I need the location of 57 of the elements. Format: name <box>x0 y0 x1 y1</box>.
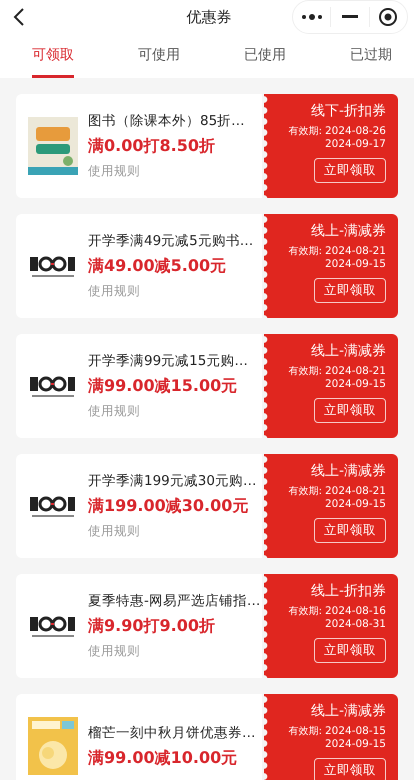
coupon-type: 线上-满减券 <box>310 462 386 480</box>
coupon-title: 开学季满199元减30元购… <box>88 472 256 490</box>
page-title: 优惠券 <box>186 8 232 26</box>
usage-rules-link[interactable]: 使用规则 <box>88 283 254 300</box>
end-date: 2024-09-15 <box>324 498 386 510</box>
coupon-amount: 满199.00减30.00元 <box>88 496 250 517</box>
coupon-type: 线上-满减券 <box>310 342 386 360</box>
end-date: 2024-09-17 <box>324 138 386 150</box>
end-date: 2024-09-15 <box>324 258 386 270</box>
usage-rules-link[interactable]: 使用规则 <box>88 523 256 540</box>
start-date: 2024-08-21 <box>324 365 386 377</box>
claim-button[interactable]: 立即领取 <box>314 278 386 303</box>
usage-rules-link[interactable]: 使用规则 <box>88 403 248 420</box>
coupon-amount: 满99.00减10.00元 <box>88 748 238 768</box>
start-date: 2024-08-21 <box>324 485 386 497</box>
validity-label: 有效期: <box>288 244 322 258</box>
coupon-amount: 满0.00打8.50折 <box>88 136 216 157</box>
validity-label: 有效期: <box>288 364 322 378</box>
coupon-type: 线上-满减券 <box>310 702 386 720</box>
coupon-title: 开学季满49元减5元购书… <box>88 232 254 250</box>
end-date: 2024-09-15 <box>324 738 386 750</box>
back-button[interactable] <box>12 7 26 27</box>
coupon-type: 线下-折扣券 <box>310 102 386 120</box>
coupon-type: 线上-折扣券 <box>310 582 386 600</box>
tab[interactable]: 可领取 <box>32 34 74 78</box>
claim-button[interactable]: 立即领取 <box>314 518 386 543</box>
start-date: 2024-08-15 <box>324 725 386 737</box>
coupon-amount: 满49.00减5.00元 <box>88 256 228 277</box>
more-icon <box>300 14 323 20</box>
minus-icon <box>342 15 358 19</box>
usage-rules-link[interactable]: 使用规则 <box>88 163 245 180</box>
coupon-title: 榴芒一刻中秋月饼优惠券… <box>88 724 256 742</box>
start-date: 2024-08-26 <box>324 125 386 137</box>
validity-label: 有效期: <box>288 604 322 618</box>
claim-button[interactable]: 立即领取 <box>314 158 386 183</box>
validity-label: 有效期: <box>288 124 322 138</box>
coupon-type: 线上-满减券 <box>310 222 386 240</box>
tab[interactable]: 已使用 <box>244 34 286 78</box>
end-date: 2024-08-31 <box>324 618 386 630</box>
validity-label: 有效期: <box>288 724 322 738</box>
start-date: 2024-08-16 <box>324 605 386 617</box>
coupon-title: 图书（除课本外）85折… <box>88 112 245 130</box>
back-icon <box>12 7 26 27</box>
coupon-amount: 满99.00减15.00元 <box>88 376 238 397</box>
coupon-title: 开学季满99元减15元购… <box>88 352 248 370</box>
coupon-title: 夏季特惠-网易严选店铺指… <box>88 592 260 610</box>
claim-button[interactable]: 立即领取 <box>314 758 386 780</box>
target-icon <box>378 7 398 27</box>
validity-label: 有效期: <box>288 484 322 498</box>
start-date: 2024-08-21 <box>324 245 386 257</box>
claim-button[interactable]: 立即领取 <box>314 638 386 663</box>
tab[interactable]: 已过期 <box>350 34 392 78</box>
coupon-amount: 满9.90打9.00折 <box>88 616 216 637</box>
end-date: 2024-09-15 <box>324 378 386 390</box>
claim-button[interactable]: 立即领取 <box>314 398 386 423</box>
usage-rules-link[interactable]: 使用规则 <box>88 643 260 660</box>
tab[interactable]: 可使用 <box>138 34 180 78</box>
